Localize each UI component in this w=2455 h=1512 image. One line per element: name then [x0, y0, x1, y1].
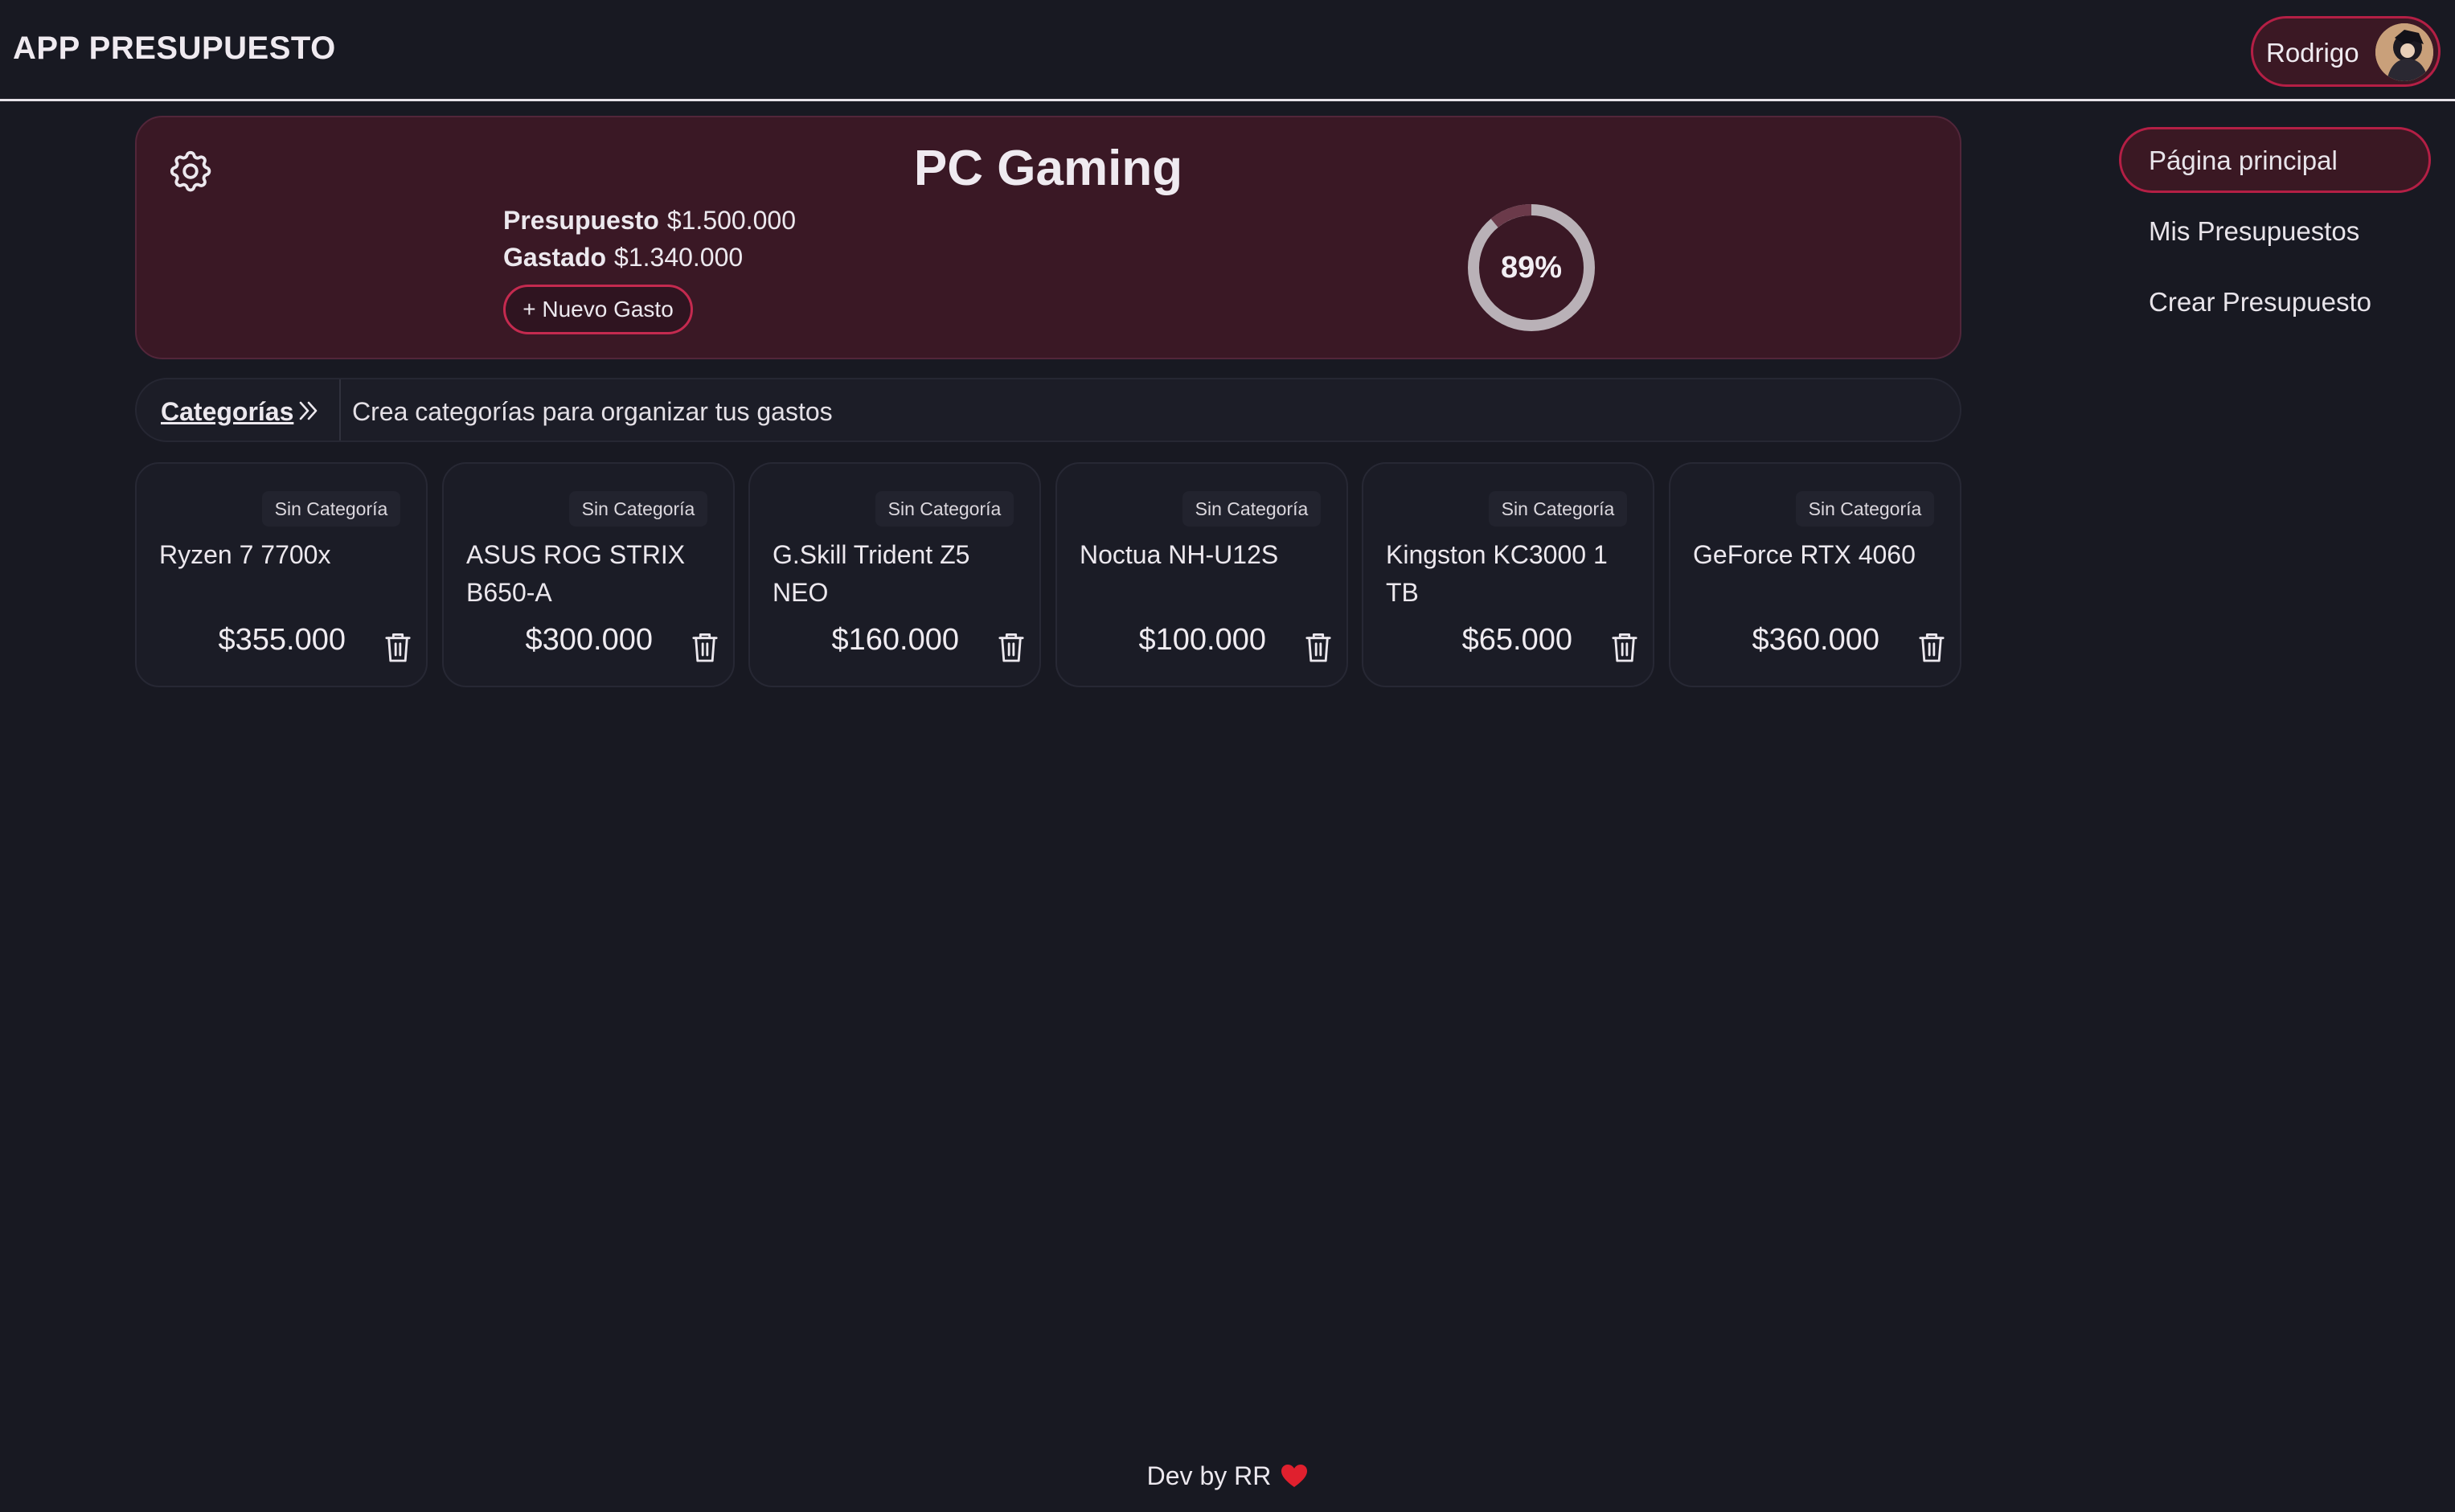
expense-name: Noctua NH-U12S	[1080, 540, 1279, 569]
heart-icon	[1281, 1464, 1308, 1488]
expense-amount: $355.000	[218, 623, 346, 657]
expense-amount: $300.000	[525, 623, 654, 657]
user-name: Rodrigo	[2266, 38, 2359, 68]
categories-link[interactable]: Categorías	[161, 397, 293, 427]
expense-card[interactable]: Sin Categoría GeForce RTX 4060 $360.000	[1669, 462, 1961, 687]
expense-name: G.Skill Trident Z5 NEO	[773, 540, 970, 607]
categories-bar: Categorías Crea categorías para organiza…	[135, 378, 1961, 442]
budget-amount-label: Presupuesto	[503, 206, 659, 235]
expense-name: Kingston KC3000 1 TB	[1386, 540, 1608, 607]
side-nav: Página principal Mis Presupuestos Crear …	[2119, 127, 2431, 339]
expense-amount: $100.000	[1138, 623, 1267, 657]
expense-amount: $360.000	[1752, 623, 1880, 657]
budget-card: PC Gaming Presupuesto $1.500.000 Gastado $…	[135, 116, 1961, 359]
expense-category-badge[interactable]: Sin Categoría	[262, 491, 400, 527]
expense-card[interactable]: Sin Categoría Ryzen 7 7700x $355.000	[135, 462, 428, 687]
chevrons-right-icon[interactable]	[297, 399, 320, 423]
expense-card[interactable]: Sin Categoría ASUS ROG STRIX B650-A $300.0…	[442, 462, 735, 687]
delete-expense-icon[interactable]	[1611, 631, 1638, 663]
avatar-image	[2375, 23, 2433, 81]
budget-title: PC Gaming	[913, 141, 1183, 196]
new-expense-button[interactable]: + Nuevo Gasto	[503, 285, 693, 334]
user-menu-button[interactable]: Rodrigo	[2251, 16, 2441, 87]
expense-category-badge[interactable]: Sin Categoría	[569, 491, 707, 527]
footer-text: Dev by RR	[1146, 1461, 1272, 1490]
top-navbar: APP PRESUPUESTO Rodrigo	[0, 0, 2455, 101]
nav-link-home[interactable]: Página principal	[2119, 127, 2431, 193]
expense-category-badge[interactable]: Sin Categoría	[875, 491, 1014, 527]
delete-expense-icon[interactable]	[1918, 631, 1945, 663]
expense-card[interactable]: Sin Categoría Noctua NH-U12S $100.000	[1055, 462, 1348, 687]
delete-expense-icon[interactable]	[384, 631, 412, 663]
delete-expense-icon[interactable]	[691, 631, 719, 663]
spent-amount-label: Gastado	[503, 243, 607, 272]
spent-percent-label: 89%	[1500, 251, 1563, 285]
expense-card[interactable]: Sin Categoría Kingston KC3000 1 TB $65.000	[1362, 462, 1654, 687]
spent-amount-value: $1.340.000	[614, 243, 744, 272]
categories-hint: Crea categorías para organizar tus gasto…	[352, 397, 833, 426]
expense-category-badge[interactable]: Sin Categoría	[1796, 491, 1934, 527]
expense-category-badge[interactable]: Sin Categoría	[1182, 491, 1321, 527]
expense-category-badge[interactable]: Sin Categoría	[1489, 491, 1627, 527]
budget-amount-row: Presupuesto $1.500.000	[503, 206, 796, 236]
delete-expense-icon[interactable]	[1305, 631, 1332, 663]
user-avatar	[2375, 23, 2433, 81]
delete-expense-icon[interactable]	[998, 631, 1025, 663]
expense-list: Sin Categoría Ryzen 7 7700x $355.000 Sin Ca…	[135, 462, 1961, 687]
expense-amount: $160.000	[831, 623, 960, 657]
expense-amount: $65.000	[1461, 623, 1572, 657]
nav-link-my-budgets[interactable]: Mis Presupuestos	[2119, 198, 2431, 264]
budget-amount-value: $1.500.000	[666, 206, 796, 235]
nav-link-create-budget[interactable]: Crear Presupuesto	[2119, 268, 2431, 334]
expense-name: GeForce RTX 4060	[1693, 540, 1916, 569]
spent-amount-row: Gastado $1.340.000	[503, 243, 743, 272]
expense-name: ASUS ROG STRIX B650-A	[466, 540, 686, 607]
expense-card[interactable]: Sin Categoría G.Skill Trident Z5 NEO $160.…	[748, 462, 1041, 687]
expense-name: Ryzen 7 7700x	[159, 540, 331, 569]
footer: Dev by RR	[0, 1461, 2455, 1491]
app-title[interactable]: APP PRESUPUESTO	[13, 31, 336, 67]
divider	[339, 379, 341, 440]
